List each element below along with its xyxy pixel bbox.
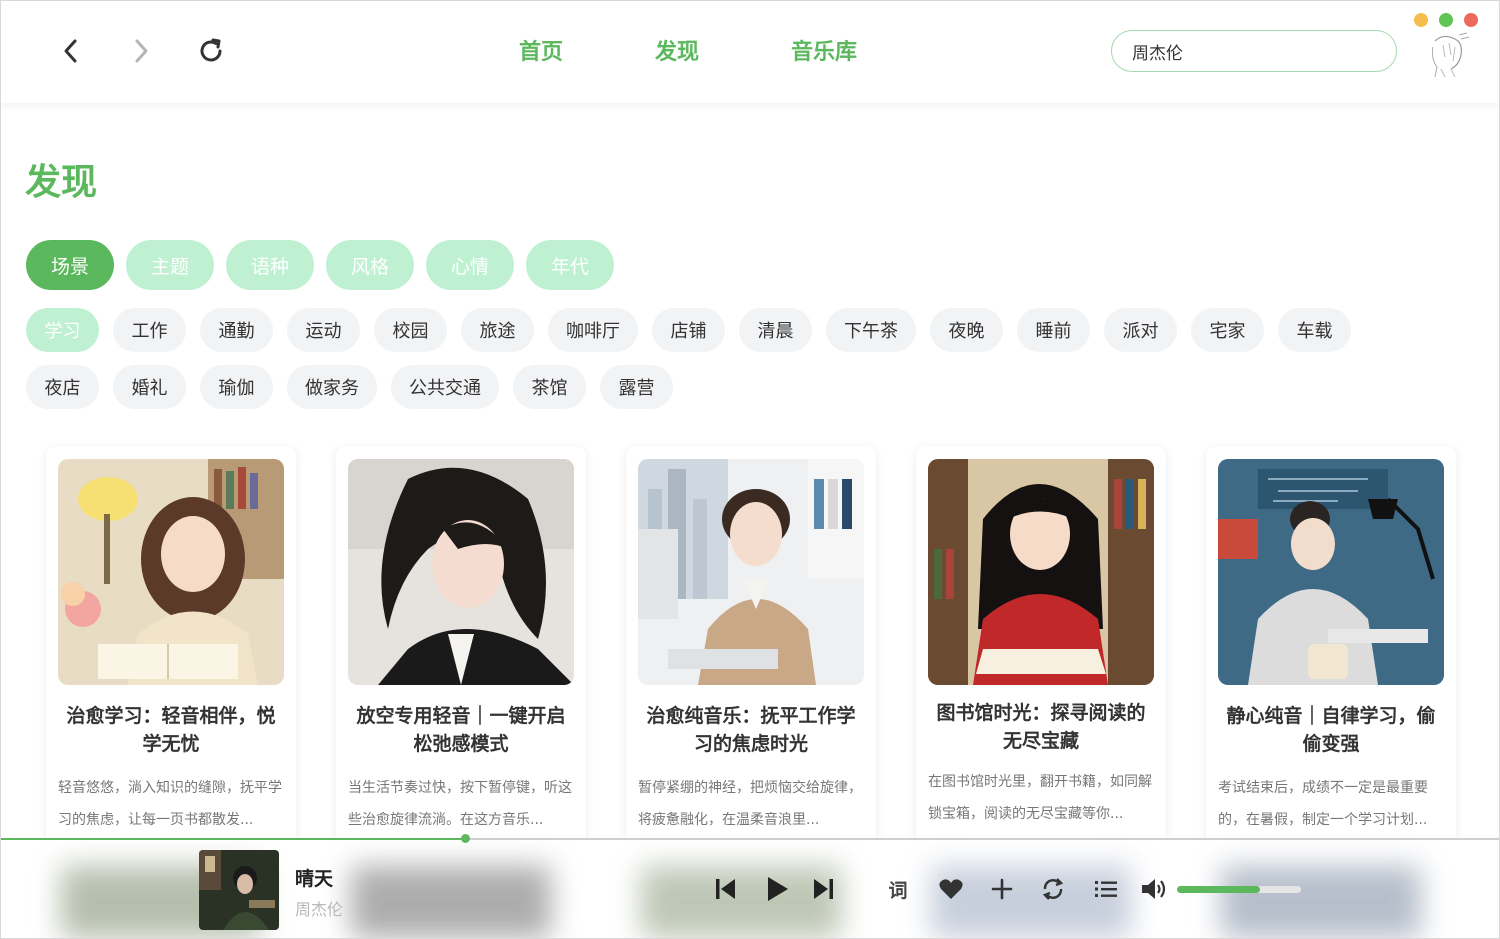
tab-home[interactable]: 首页 [519,33,563,73]
tag-work[interactable]: 工作 [113,308,186,352]
playlist-description: 暂停紧绷的神经，把烦恼交给旋律，将疲惫融化，在温柔音浪里... [638,780,862,828]
playlist-cover [638,459,864,685]
add-to-playlist-button[interactable] [983,870,1021,908]
user-avatar[interactable] [1421,31,1473,79]
progress-bar[interactable] [1,834,1499,843]
playlist-icon [1095,881,1117,897]
category-tabs: 场景 主题 语种 风格 心情 年代 [26,240,626,290]
tab-discover[interactable]: 发现 [655,33,699,73]
tag-camping[interactable]: 露营 [600,365,673,409]
repeat-icon [1042,878,1064,900]
play-button[interactable] [757,870,795,908]
queue-button[interactable] [1087,870,1125,908]
minimize-window-button[interactable] [1414,13,1428,27]
tag-night[interactable]: 夜晚 [930,308,1003,352]
previous-button[interactable] [706,870,744,908]
now-playing-title: 晴天 [295,868,334,890]
main-tabs: 首页 发现 音乐库 [501,33,949,73]
close-window-button[interactable] [1464,13,1478,27]
tag-travel[interactable]: 旅途 [461,308,534,352]
playlist-title: 图书馆时光：探寻阅读的无尽宝藏 [936,702,1146,752]
chevron-right-icon [135,39,148,63]
sketch-avatar-icon [1432,32,1470,78]
tag-car[interactable]: 车载 [1278,308,1351,352]
playlist-title: 静心纯音｜自律学习，偷偷变强 [1226,705,1436,755]
category-style[interactable]: 风格 [326,240,414,290]
lyrics-button[interactable]: 词 [879,870,917,908]
playlist-description: 当生活节奏过快，按下暂停键，听这些治愈旋律流淌。在这方音乐... [348,780,572,828]
refresh-button[interactable] [191,31,231,71]
search-box [1111,30,1397,72]
tag-shop[interactable]: 店铺 [652,308,725,352]
playlist-grid: 治愈学习：轻音相伴，悦学无忧 轻音悠悠，淌入知识的缝隙，抚平学习的焦虑，让每一页… [46,446,1456,846]
playlist-cover [1218,459,1444,685]
tag-party[interactable]: 派对 [1104,308,1177,352]
playlist-title: 治愈学习：轻音相伴，悦学无忧 [66,705,276,755]
playlist-description: 考试结束后，成绩不一定是最重要的，在暑假，制定一个学习计划... [1218,780,1428,828]
player-bar: 晴天 周杰伦 词 [1,834,1499,938]
refresh-icon [200,38,222,62]
volume-fill [1177,886,1261,893]
tag-yoga[interactable]: 瑜伽 [200,365,273,409]
playlist-card[interactable]: 治愈学习：轻音相伴，悦学无忧 轻音悠悠，淌入知识的缝隙，抚平学习的焦虑，让每一页… [46,446,296,846]
now-playing-artist[interactable]: 周杰伦 [295,896,343,920]
skip-forward-icon [814,879,833,899]
tag-bedtime[interactable]: 睡前 [1017,308,1090,352]
playlist-title: 放空专用轻音｜一键开启松弛感模式 [356,705,566,755]
playlist-card[interactable]: 静心纯音｜自律学习，偷偷变强 考试结束后，成绩不一定是最重要的，在暑假，制定一个… [1206,446,1456,846]
playlist-cover [348,459,574,685]
tag-wedding[interactable]: 婚礼 [113,365,186,409]
category-mood[interactable]: 心情 [426,240,514,290]
app-window: 首页 发现 音乐库 发现 场景 主题 语种 风格 心情 年代 [0,0,1500,939]
playlist-description: 在图书馆时光里，翻开书籍，如同解锁宝箱，阅读的无尽宝藏等你... [928,774,1152,822]
chevron-left-icon [64,39,77,63]
tab-library[interactable]: 音乐库 [791,33,857,73]
category-language[interactable]: 语种 [226,240,314,290]
tag-cafe[interactable]: 咖啡厅 [548,308,638,352]
play-icon [768,877,788,901]
playlist-card[interactable]: 治愈纯音乐：抚平工作学习的焦虑时光 暂停紧绷的神经，把烦恼交给旋律，将疲惫融化，… [626,446,876,846]
next-button[interactable] [805,870,843,908]
volume-button[interactable] [1134,870,1172,908]
category-scene[interactable]: 场景 [26,240,114,290]
category-theme[interactable]: 主题 [126,240,214,290]
tag-sports[interactable]: 运动 [287,308,360,352]
volume-slider[interactable] [1177,886,1301,893]
favorite-button[interactable] [932,870,970,908]
volume-icon [1142,879,1166,899]
tag-housework[interactable]: 做家务 [287,365,377,409]
tag-afternoon-tea[interactable]: 下午茶 [826,308,916,352]
tag-commute[interactable]: 通勤 [200,308,273,352]
tag-homebody[interactable]: 宅家 [1191,308,1264,352]
skip-back-icon [716,879,735,899]
tag-teahouse[interactable]: 茶馆 [513,365,586,409]
playlist-title: 治愈纯音乐：抚平工作学习的焦虑时光 [646,705,856,755]
playlist-card[interactable]: 图书馆时光：探寻阅读的无尽宝藏 在图书馆时光里，翻开书籍，如同解锁宝箱，阅读的无… [916,446,1166,846]
back-button[interactable] [51,31,91,71]
top-bar: 首页 发现 音乐库 [1,1,1499,103]
repeat-mode-button[interactable] [1034,870,1072,908]
playlist-cover [928,459,1154,685]
page-title: 发现 [25,162,98,203]
plus-icon [991,878,1013,900]
tag-study[interactable]: 学习 [26,308,99,352]
maximize-window-button[interactable] [1439,13,1453,27]
scene-tag-list: 学习 工作 通勤 运动 校园 旅途 咖啡厅 店铺 清晨 下午茶 夜晚 睡前 派对… [26,308,1446,422]
now-playing-cover[interactable] [199,850,279,930]
playlist-card[interactable]: 放空专用轻音｜一键开启松弛感模式 当生活节奏过快，按下暂停键，听这些治愈旋律流淌… [336,446,586,846]
forward-button[interactable] [121,31,161,71]
progress-fill [1,838,466,840]
tag-morning[interactable]: 清晨 [739,308,812,352]
tag-nightclub[interactable]: 夜店 [26,365,99,409]
playlist-description: 轻音悠悠，淌入知识的缝隙，抚平学习的焦虑，让每一页书都散发... [58,780,282,828]
tag-public-transport[interactable]: 公共交通 [391,365,499,409]
heart-icon [939,879,963,899]
playlist-cover [58,459,284,685]
tag-campus[interactable]: 校园 [374,308,447,352]
progress-handle[interactable] [461,834,471,843]
category-era[interactable]: 年代 [526,240,614,290]
search-input[interactable] [1130,40,1384,62]
